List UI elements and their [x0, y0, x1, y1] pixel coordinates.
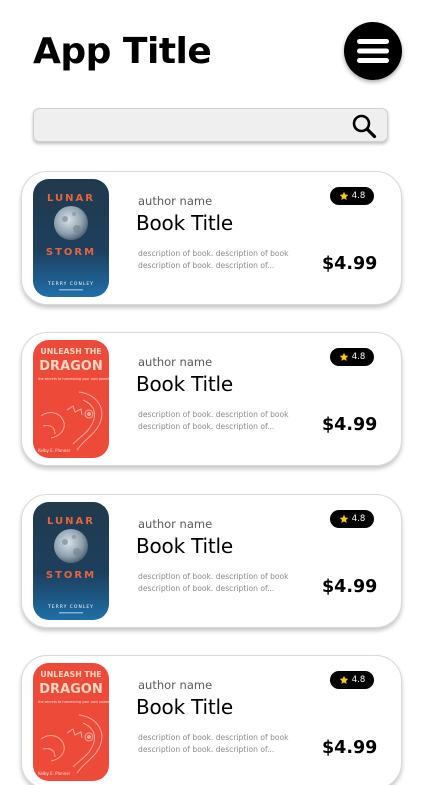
book-title: Book Title [136, 211, 233, 235]
star-icon [339, 191, 349, 200]
cover-title: UNLEASH THE [40, 670, 101, 679]
page-title: App Title [33, 31, 212, 72]
book-title: Book Title [136, 372, 233, 396]
book-card[interactable]: UNLEASH THE DRAGON the secrets to harnessi… [21, 332, 402, 466]
cover-title: DRAGON [39, 682, 102, 697]
book-author: author name [138, 678, 213, 692]
search-bar [33, 108, 388, 143]
book-cover: UNLEASH THE DRAGON the secrets to harnessi… [33, 663, 109, 781]
book-price: $4.99 [322, 254, 378, 274]
book-price: $4.99 [322, 415, 378, 435]
star-icon [339, 514, 349, 523]
cover-title: UNLEASH THE [40, 347, 101, 356]
book-card[interactable]: UNLEASH THE DRAGON the secrets to harnessi… [21, 655, 402, 785]
book-cover: LUNAR STORM TERRY CONLEY [33, 179, 109, 297]
search-icon[interactable] [351, 113, 377, 139]
cover-author: Kelby E. Planner [38, 771, 71, 776]
rating-badge: 4.8 [330, 348, 374, 366]
menu-button[interactable] [344, 22, 402, 80]
book-description: description of book. description of book… [138, 733, 289, 754]
book-price: $4.99 [322, 738, 378, 758]
cover-title: LUNAR [47, 193, 95, 204]
book-description: description of book. description of book… [138, 249, 289, 270]
star-icon [339, 675, 349, 684]
cover-author: Kelby E. Planner [38, 448, 71, 453]
rating-value: 4.8 [351, 514, 366, 524]
cover-tagline: the secrets to harnessing your own power [38, 700, 109, 704]
book-author: author name [138, 517, 213, 531]
cover-title: STORM [46, 570, 96, 581]
hamburger-menu-icon [357, 39, 389, 63]
book-cover: UNLEASH THE DRAGON the secrets to harnessi… [33, 340, 109, 458]
book-price: $4.99 [322, 577, 378, 597]
book-author: author name [138, 355, 213, 369]
cover-author: TERRY CONLEY [47, 281, 94, 287]
book-description: description of book. description of book… [138, 410, 289, 431]
book-title: Book Title [136, 534, 233, 558]
rating-badge: 4.8 [330, 187, 374, 205]
rating-value: 4.8 [351, 352, 366, 362]
search-input[interactable] [44, 109, 348, 143]
star-icon [339, 352, 349, 361]
app-screen: App Title LUNAR STORM TERRY CONLEY author … [0, 0, 427, 785]
rating-value: 4.8 [351, 675, 366, 685]
book-cover: LUNAR STORM TERRY CONLEY [33, 502, 109, 620]
cover-title: STORM [46, 247, 96, 258]
cover-title: DRAGON [39, 359, 102, 374]
rating-value: 4.8 [351, 191, 366, 201]
book-title: Book Title [136, 695, 233, 719]
book-description: description of book. description of book… [138, 572, 289, 593]
cover-tagline: the secrets to harnessing your own power [38, 377, 109, 381]
rating-badge: 4.8 [330, 510, 374, 528]
book-author: author name [138, 194, 213, 208]
book-card[interactable]: LUNAR STORM TERRY CONLEY author name Book … [21, 171, 402, 305]
book-card[interactable]: LUNAR STORM TERRY CONLEY author name Book … [21, 494, 402, 628]
cover-title: LUNAR [47, 516, 95, 527]
rating-badge: 4.8 [330, 671, 374, 689]
cover-author: TERRY CONLEY [47, 604, 94, 610]
